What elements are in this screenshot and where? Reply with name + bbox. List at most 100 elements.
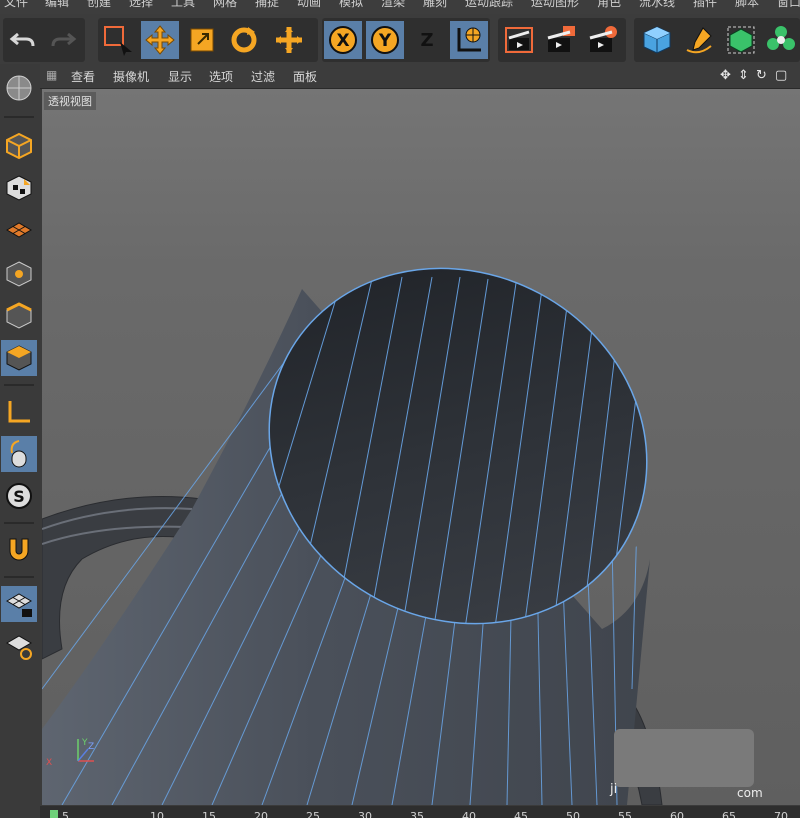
cube-object-button[interactable]	[638, 21, 676, 59]
pen-spline-button[interactable]	[680, 21, 718, 59]
move-tool-button[interactable]	[141, 21, 179, 59]
workplane-icon	[6, 222, 32, 238]
coordinate-system-button[interactable]	[450, 21, 488, 59]
render-picture-icon	[547, 26, 575, 52]
svg-text:Y: Y	[378, 31, 392, 51]
undo-button[interactable]	[4, 21, 42, 59]
move-icon	[145, 25, 175, 55]
tweak-mode-button[interactable]	[1, 436, 37, 472]
zoom-view-icon[interactable]: ⇕	[738, 68, 749, 83]
polygon-mode-button[interactable]	[1, 340, 37, 376]
grip-icon: ▦	[46, 68, 58, 82]
menu-item[interactable]: 模拟	[339, 0, 363, 10]
menu-item[interactable]: 流水线	[639, 0, 675, 10]
menu-item[interactable]: 窗口	[777, 0, 800, 10]
menu-item[interactable]: 编辑	[45, 0, 69, 10]
z-axis-label: Z	[420, 29, 434, 51]
menu-filter[interactable]: 过滤	[251, 68, 275, 85]
timeline-tick: 65	[722, 810, 736, 818]
playhead[interactable]	[50, 810, 58, 818]
menu-item[interactable]: 捕捉	[255, 0, 279, 10]
timeline-tick: 50	[566, 810, 580, 818]
menu-item[interactable]: 网格	[213, 0, 237, 10]
transform-icon	[276, 27, 302, 53]
pen-icon	[686, 27, 712, 54]
menu-item[interactable]: 运动图形	[531, 0, 579, 10]
scale-tool-button[interactable]	[183, 21, 221, 59]
rotate-tool-button[interactable]	[225, 21, 263, 59]
timeline-tick: 5	[62, 810, 69, 818]
cloner-button[interactable]	[762, 21, 800, 59]
menu-item[interactable]: 雕刻	[423, 0, 447, 10]
redo-button[interactable]	[44, 21, 82, 59]
watermark-text-left: ji	[610, 782, 618, 797]
live-selection-button[interactable]	[99, 21, 137, 59]
workplane-mode-button[interactable]	[1, 212, 37, 248]
timeline-tick: 60	[670, 810, 684, 818]
timeline-tick: 35	[410, 810, 424, 818]
texture-mode-button[interactable]	[1, 170, 37, 206]
render-view-button[interactable]	[500, 21, 538, 59]
menu-item[interactable]: 运动跟踪	[465, 0, 513, 10]
model-mode-icon	[6, 132, 32, 160]
menu-item[interactable]: 渲染	[381, 0, 405, 10]
menu-item[interactable]: 角色	[597, 0, 621, 10]
svg-text:X: X	[46, 758, 52, 768]
render-settings-icon	[589, 26, 617, 52]
menu-item[interactable]: 文件	[4, 0, 28, 10]
lock-workplane-button[interactable]	[1, 586, 37, 622]
menu-camera[interactable]: 摄像机	[113, 68, 149, 85]
recent-tool-button[interactable]	[270, 21, 308, 59]
menu-item[interactable]: 插件	[693, 0, 717, 10]
axis-mode-button[interactable]	[1, 394, 37, 430]
move-view-icon[interactable]: ✥	[720, 68, 731, 83]
menu-item[interactable]: 动画	[297, 0, 321, 10]
menu-bar: 文件 编辑 创建 选择 工具 网格 捕捉 动画 模拟 渲染 雕刻 运动跟踪 运动图形 角色 流水线 插件 脚本 窗…	[0, 0, 800, 14]
rotate-view-icon[interactable]: ↻	[756, 68, 767, 83]
edge-mode-icon	[6, 302, 32, 329]
render-settings-button[interactable]	[584, 21, 622, 59]
menu-view[interactable]: 查看	[71, 68, 95, 85]
menu-display[interactable]: 显示	[168, 68, 192, 85]
menu-item[interactable]: 工具	[171, 0, 195, 10]
undo-icon	[9, 32, 35, 47]
rotate-icon	[231, 27, 257, 53]
snap-icon: S	[6, 483, 32, 509]
edge-mode-button[interactable]	[1, 298, 37, 334]
main-toolbar: X Y Z	[0, 14, 800, 64]
point-mode-icon	[6, 261, 32, 287]
model-mode-button[interactable]	[1, 128, 37, 164]
scene-render: Y X Z	[42, 267, 683, 805]
subdivision-surface-button[interactable]	[722, 21, 760, 59]
perspective-viewport[interactable]: Y X Z 透视视图 ji com	[42, 89, 800, 805]
menu-item[interactable]: 创建	[87, 0, 111, 10]
render-picture-viewer-button[interactable]	[542, 21, 580, 59]
planar-workplane-button[interactable]	[1, 628, 37, 664]
menu-panel[interactable]: 面板	[293, 68, 317, 85]
svg-text:S: S	[13, 487, 25, 506]
menu-options[interactable]: 选项	[209, 68, 233, 85]
menu-item[interactable]: 脚本	[735, 0, 759, 10]
svg-text:Y: Y	[81, 738, 88, 748]
magnet-button[interactable]	[1, 532, 37, 568]
timeline-tick: 15	[202, 810, 216, 818]
point-mode-button[interactable]	[1, 256, 37, 292]
separator	[4, 384, 34, 386]
texture-mode-icon	[6, 175, 32, 201]
viewport-label: 透视视图	[44, 92, 96, 110]
subdivision-icon	[727, 26, 755, 54]
left-palette: S	[0, 64, 40, 818]
grid-rotate-icon	[6, 635, 32, 660]
watermark-text-right: com	[737, 786, 763, 800]
snap-button[interactable]: S	[1, 478, 37, 514]
menu-item[interactable]: 选择	[129, 0, 153, 10]
y-axis-lock-button[interactable]: Y	[366, 21, 404, 59]
timeline-ruler[interactable]: 5 10 15 20 25 30 35 40 45 50 55 60 65 70	[40, 806, 800, 818]
x-axis-lock-button[interactable]: X	[324, 21, 362, 59]
scale-icon	[190, 28, 214, 52]
viewport-solo-button[interactable]	[1, 70, 37, 106]
z-axis-lock-button[interactable]: Z	[408, 21, 446, 59]
toggle-view-icon[interactable]: ▢	[775, 68, 787, 83]
cube-icon	[643, 26, 671, 54]
timeline-tick: 25	[306, 810, 320, 818]
